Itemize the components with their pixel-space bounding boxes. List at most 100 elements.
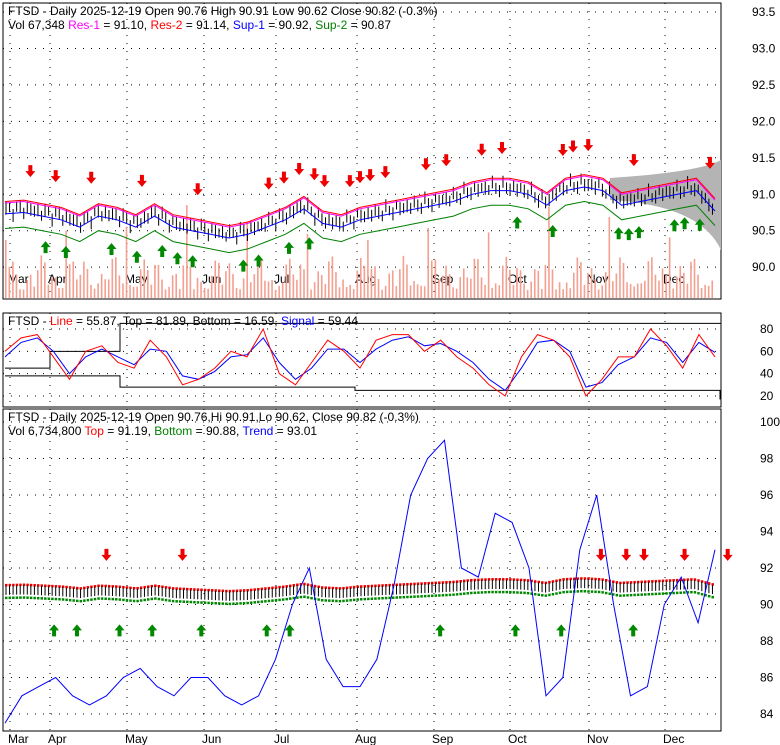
volume-bar	[683, 272, 685, 298]
volume-bar	[679, 265, 682, 298]
bottom-dot	[352, 598, 356, 602]
bottom-dot	[161, 598, 164, 601]
bottom-dot	[86, 598, 90, 602]
volume-bar	[402, 255, 405, 298]
volume-bar	[541, 288, 543, 298]
volume-bar	[388, 273, 390, 298]
volume-bar	[576, 257, 579, 298]
volume-bar	[289, 258, 291, 298]
y-tick-label: 90.5	[752, 224, 776, 238]
volume-bar	[487, 232, 490, 298]
bottom-dot	[580, 589, 583, 593]
volume-bar	[427, 227, 430, 298]
header3-levels: Vol 6,734,800 Top = 91.19, Bottom = 90.8…	[8, 424, 317, 438]
y-tick-label: 91.0	[752, 187, 776, 201]
volume-bar	[590, 268, 593, 298]
bottom-dot	[232, 602, 235, 605]
bottom-dot	[434, 594, 438, 597]
bottom-dot	[626, 594, 629, 597]
bottom-dot	[8, 596, 12, 600]
volume-bar	[690, 261, 692, 298]
volume-bar	[675, 276, 678, 298]
y-tick-label: 92.5	[752, 78, 776, 92]
y-tick-label: 60	[760, 344, 774, 358]
bottom-dot	[505, 590, 509, 594]
volume-bar	[597, 289, 600, 298]
volume-bar	[296, 279, 298, 298]
volume-bar	[658, 280, 660, 298]
header3-title: FTSD - Daily 2025-12-19 Open 90.76,Hi 90…	[8, 410, 419, 424]
volume-bar	[196, 277, 199, 298]
volume-bar	[104, 279, 106, 298]
bottom-dot	[519, 591, 523, 594]
bottom-dot	[104, 597, 107, 601]
volume-bar	[619, 257, 621, 298]
bottom-dot	[33, 596, 36, 600]
y-tick-label: 40	[760, 367, 774, 381]
bottom-dot	[12, 596, 15, 600]
bottom-dot	[498, 590, 501, 594]
bottom-dot	[303, 595, 306, 599]
volume-bar	[65, 230, 67, 298]
bottom-dot	[402, 595, 406, 599]
volume-bar	[342, 279, 344, 298]
volume-bar	[502, 265, 504, 298]
bottom-dot	[175, 600, 178, 603]
bottom-dot	[644, 593, 647, 596]
bottom-dot	[399, 596, 402, 599]
bottom-dot	[90, 598, 93, 601]
bottom-dot	[679, 591, 682, 594]
bottom-dot	[306, 596, 310, 599]
volume-bar	[292, 274, 295, 298]
bottom-dot	[523, 591, 526, 595]
volume-bar	[260, 260, 263, 298]
volume-bar	[303, 269, 305, 298]
volume-bar	[626, 282, 628, 298]
bottom-dot	[189, 600, 193, 604]
bottom-dot	[455, 593, 459, 596]
volume-bar	[164, 289, 167, 298]
volume-bar	[36, 270, 39, 298]
bottom-dot	[452, 593, 455, 596]
volume-bar	[171, 275, 174, 298]
volume-bar	[281, 282, 284, 298]
y-tick-label: 91.5	[752, 151, 776, 165]
bottom-dot	[235, 602, 239, 605]
y-tick-label: 80	[760, 322, 774, 336]
bottom-dot	[65, 598, 68, 602]
volume-bar	[704, 284, 706, 298]
bottom-dot	[281, 598, 285, 601]
bottom-dot	[132, 599, 136, 603]
volume-bar	[661, 268, 664, 298]
bottom-dot	[633, 593, 636, 597]
volume-bar	[445, 265, 447, 298]
volume-bar	[335, 272, 337, 298]
bottom-dot	[484, 591, 487, 594]
volume-bar	[509, 269, 511, 298]
bottom-dot	[683, 591, 686, 594]
volume-bar	[395, 286, 398, 298]
stock-chart: 93.5 93.0 92.5 92.0 91.5 91.0 90.5 90.0 Mar Mar Ap…	[0, 0, 780, 745]
volume-bar	[68, 264, 71, 298]
volume-bar	[573, 272, 575, 298]
month-label: May	[125, 732, 148, 745]
bottom-dot	[196, 601, 200, 604]
volume-bar	[100, 273, 103, 298]
bottom-dot	[26, 596, 29, 599]
volume-bar	[612, 281, 614, 298]
bottom-dot	[360, 598, 363, 601]
bottom-dot	[93, 597, 97, 601]
volume-bar	[391, 270, 394, 298]
volume-bar	[86, 268, 89, 298]
volume-bar	[512, 284, 515, 298]
volume-bar	[562, 289, 564, 298]
bottom-dot	[487, 590, 491, 594]
bottom-dot	[590, 590, 594, 593]
bottom-dot	[654, 592, 658, 596]
bottom-dot	[651, 592, 654, 596]
volume-bar	[193, 289, 195, 298]
volume-bar	[12, 261, 14, 298]
volume-bar	[608, 216, 611, 298]
volume-bar	[200, 282, 202, 298]
volume-bar	[239, 289, 241, 298]
